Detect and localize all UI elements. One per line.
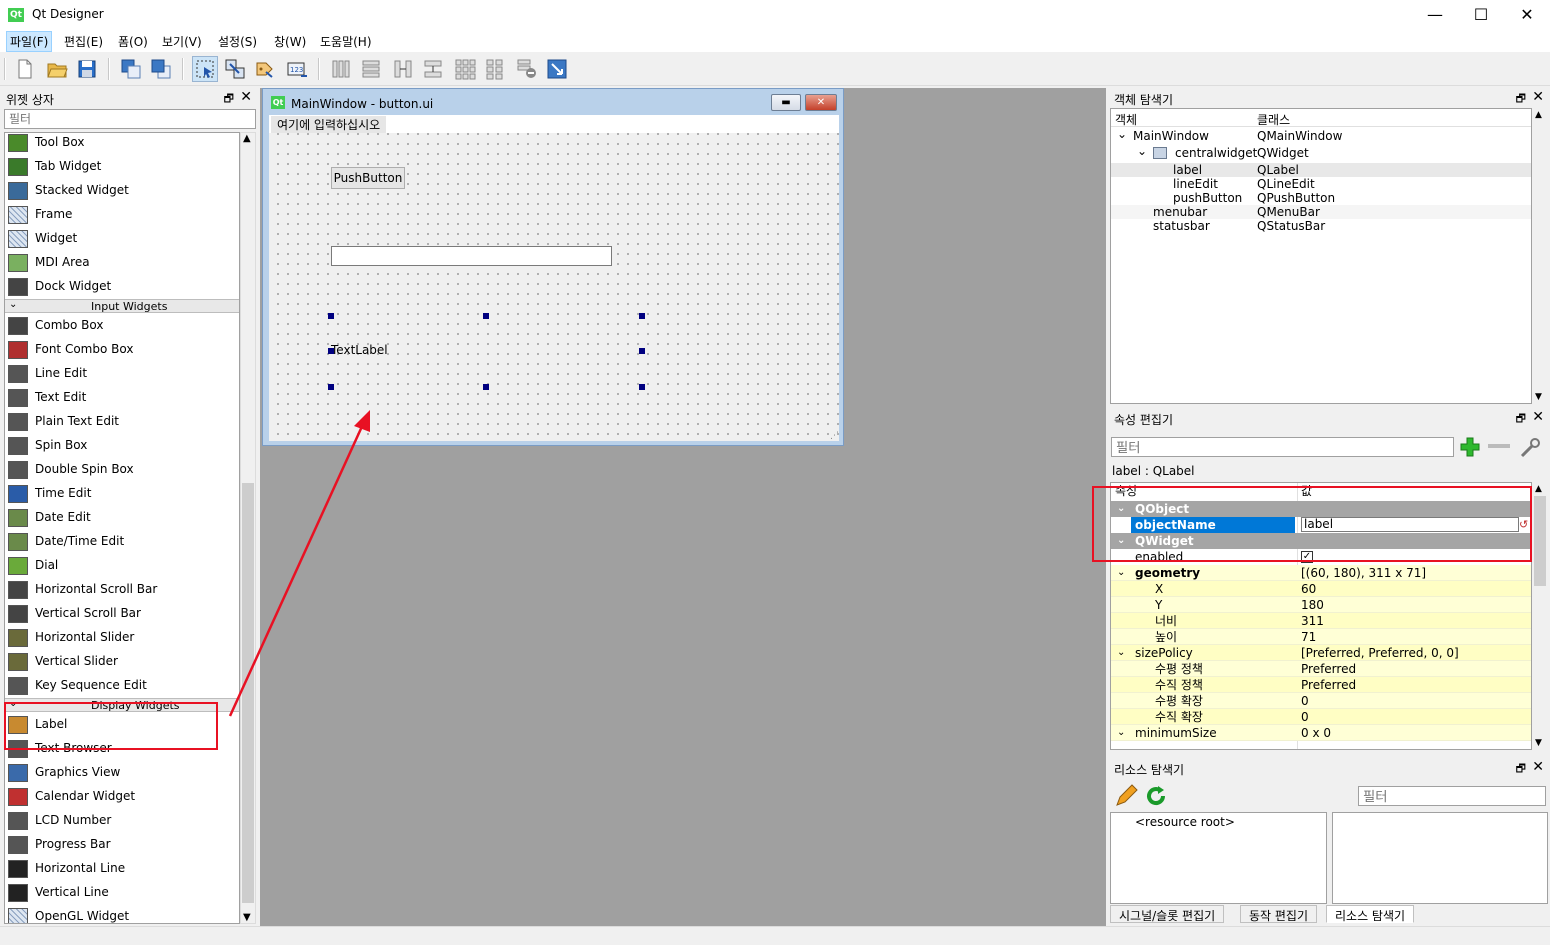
annotation-arrow (228, 410, 370, 717)
